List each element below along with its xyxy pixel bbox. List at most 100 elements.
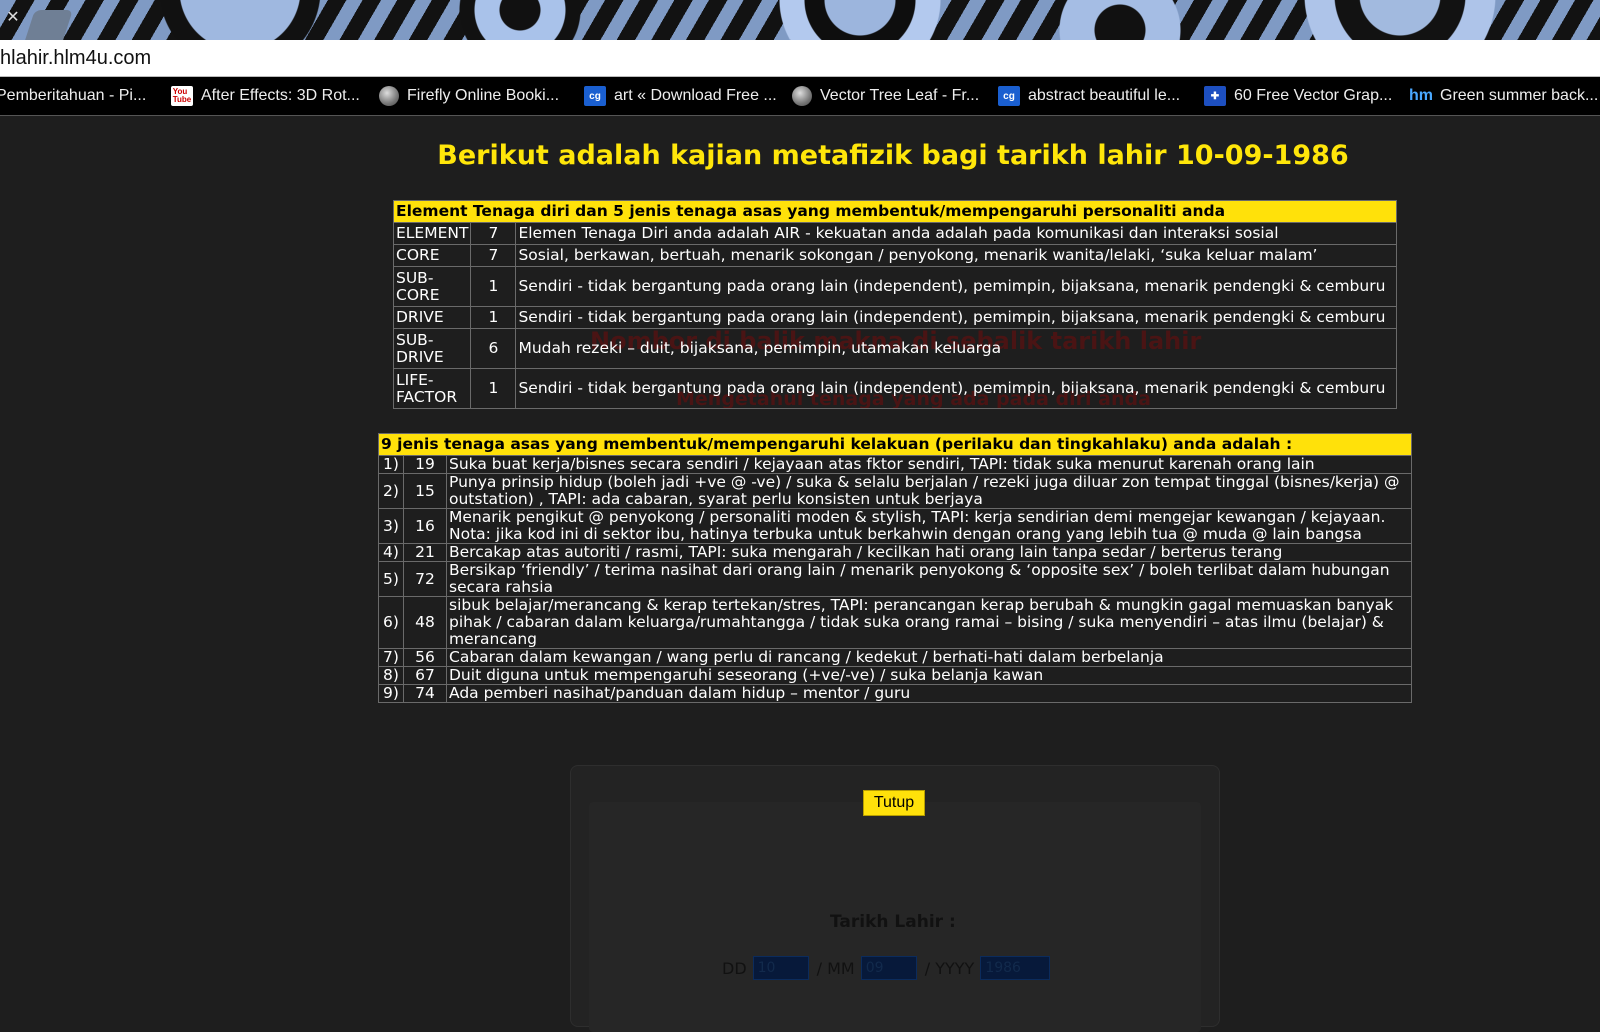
row-index: 6) <box>378 596 404 649</box>
url-text[interactable]: hlahir.hlm4u.com <box>0 47 151 70</box>
bookmark-item[interactable]: Firefly Online Booki... <box>379 84 559 108</box>
bookmark-item[interactable]: ✚ 60 Free Vector Grap... <box>1204 84 1392 108</box>
close-icon[interactable]: ✕ <box>4 8 22 26</box>
bookmark-label: 60 Free Vector Grap... <box>1234 87 1393 104</box>
bookmark-item[interactable]: cg abstract beautiful le... <box>998 84 1180 108</box>
row-description: Sendiri - tidak bergantung pada orang la… <box>515 368 1397 409</box>
day-input[interactable]: 10 <box>752 956 809 980</box>
table-row: LIFE-FACTOR 1 Sendiri - tidak bergantung… <box>392 368 1397 409</box>
row-description: Menarik pengikut @ penyokong / personali… <box>446 508 1412 544</box>
row-description: Mudah rezeki – duit, bijaksana, pemimpin… <box>515 328 1397 369</box>
cg-icon: cg <box>998 86 1020 106</box>
row-number: 16 <box>403 508 447 544</box>
row-index: 3) <box>378 508 404 544</box>
table-row: 2) 15 Punya prinsip hidup (boleh jadi +v… <box>378 473 1412 509</box>
year-input[interactable]: 1986 <box>980 956 1051 980</box>
bookmark-label: abstract beautiful le... <box>1028 87 1181 104</box>
row-label: LIFE-FACTOR <box>392 368 472 409</box>
row-label: SUB-DRIVE <box>392 328 472 369</box>
table-row: 7) 56 Cabaran dalam kewangan / wang perl… <box>378 648 1412 667</box>
row-number: 1 <box>470 368 517 409</box>
tab[interactable] <box>25 10 73 40</box>
row-label: DRIVE <box>392 306 472 329</box>
row-label: ELEMENT <box>392 222 472 245</box>
row-number: 15 <box>403 473 447 509</box>
row-number: 7 <box>470 244 517 267</box>
bookmark-label: After Effects: 3D Rot... <box>201 87 360 104</box>
day-label: DD <box>722 958 747 978</box>
personality-table: Element Tenaga diri dan 5 jenis tenaga a… <box>392 200 1397 409</box>
bookmark-item[interactable]: hm Green summer back... <box>1409 84 1599 108</box>
table-row: DRIVE 1 Sendiri - tidak bergantung pada … <box>392 306 1397 329</box>
behaviour-table: 9 jenis tenaga asas yang membentuk/mempe… <box>378 433 1412 703</box>
row-description: Elemen Tenaga Diri anda adalah AIR - kek… <box>515 222 1397 245</box>
row-description: Bersikap ‘friendly’ / terima nasihat dar… <box>446 561 1412 597</box>
row-number: 21 <box>403 543 447 562</box>
bookmark-label: art « Download Free ... <box>614 87 777 104</box>
table-row: 5) 72 Bersikap ‘friendly’ / terima nasih… <box>378 561 1412 597</box>
close-button[interactable]: Tutup <box>863 790 925 816</box>
table-row: SUB-DRIVE 6 Mudah rezeki – duit, bijaksa… <box>392 328 1397 369</box>
row-number: 72 <box>403 561 447 597</box>
row-description: Sendiri - tidak bergantung pada orang la… <box>515 266 1397 307</box>
row-number: 67 <box>403 666 447 685</box>
table-row: ELEMENT 7 Elemen Tenaga Diri anda adalah… <box>392 222 1397 245</box>
row-number: 6 <box>470 328 517 369</box>
row-number: 1 <box>470 306 517 329</box>
table-header: 9 jenis tenaga asas yang membentuk/mempe… <box>378 433 1412 456</box>
table-row: 3) 16 Menarik pengikut @ penyokong / per… <box>378 508 1412 544</box>
row-description: sibuk belajar/merancang & kerap tertekan… <box>446 596 1412 649</box>
row-index: 4) <box>378 543 404 562</box>
row-number: 7 <box>470 222 517 245</box>
row-index: 9) <box>378 684 404 703</box>
tab-strip: ✕ <box>0 0 1600 40</box>
row-index: 7) <box>378 648 404 667</box>
table-row: SUB-CORE 1 Sendiri - tidak bergantung pa… <box>392 266 1397 307</box>
row-description: Cabaran dalam kewangan / wang perlu di r… <box>446 648 1412 667</box>
bookmark-label: Pemberitahuan - Pi... <box>0 87 147 104</box>
row-description: Duit diguna untuk mempengaruhi seseorang… <box>446 666 1412 685</box>
bookmark-label: Green summer back... <box>1440 87 1599 104</box>
row-number: 1 <box>470 266 517 307</box>
row-index: 8) <box>378 666 404 685</box>
bookmark-item[interactable]: cg art « Download Free ... <box>584 84 777 108</box>
row-description: Bercakap atas autoriti / rasmi, TAPI: su… <box>446 543 1412 562</box>
row-number: 74 <box>403 684 447 703</box>
birthdate-label: Tarikh Lahir : <box>830 912 956 932</box>
address-bar[interactable]: hlahir.hlm4u.com <box>0 40 1600 77</box>
bookmark-item[interactable]: You Tube After Effects: 3D Rot... <box>171 84 360 108</box>
youtube-icon: You Tube <box>171 86 193 106</box>
row-index: 2) <box>378 473 404 509</box>
bookmark-item[interactable]: Pemberitahuan - Pi... <box>0 84 146 108</box>
row-description: Sosial, berkawan, bertuah, menarik sokon… <box>515 244 1397 267</box>
month-label: / MM <box>816 958 855 978</box>
hm-icon: hm <box>1409 87 1433 104</box>
table-row: 1) 19 Suka buat kerja/bisnes secara send… <box>378 455 1412 474</box>
table-row: 8) 67 Duit diguna untuk mempengaruhi ses… <box>378 666 1412 685</box>
globe-icon <box>792 86 812 106</box>
row-description: Suka buat kerja/bisnes secara sendiri / … <box>446 455 1412 474</box>
row-description: Punya prinsip hidup (boleh jadi +ve @ -v… <box>446 473 1412 509</box>
table-row: 6) 48 sibuk belajar/merancang & kerap te… <box>378 596 1412 649</box>
row-index: 5) <box>378 561 404 597</box>
table-header: Element Tenaga diri dan 5 jenis tenaga a… <box>393 200 1397 223</box>
month-input[interactable]: 09 <box>860 956 917 980</box>
row-number: 19 <box>403 455 447 474</box>
page-title: Berikut adalah kajian metafizik bagi tar… <box>437 140 1349 171</box>
globe-icon <box>379 86 399 106</box>
table-row: CORE 7 Sosial, berkawan, bertuah, menari… <box>392 244 1397 267</box>
plus-icon: ✚ <box>1204 86 1226 106</box>
row-label: SUB-CORE <box>392 266 472 307</box>
bookmarks-bar: Pemberitahuan - Pi... You Tube After Effe… <box>0 77 1600 116</box>
row-number: 48 <box>403 596 447 649</box>
bookmark-label: Vector Tree Leaf - Fr... <box>820 87 980 104</box>
bookmark-label: Firefly Online Booki... <box>407 87 560 104</box>
bookmark-item[interactable]: Vector Tree Leaf - Fr... <box>792 84 979 108</box>
table-row: 4) 21 Bercakap atas autoriti / rasmi, TA… <box>378 543 1412 562</box>
cg-icon: cg <box>584 86 606 106</box>
year-label: / YYYY <box>924 958 975 978</box>
row-description: Ada pemberi nasihat/panduan dalam hidup … <box>446 684 1412 703</box>
birthdate-inputs: DD 10 / MM 09 / YYYY 1986 <box>722 956 1058 980</box>
row-label: CORE <box>392 244 472 267</box>
row-number: 56 <box>403 648 447 667</box>
